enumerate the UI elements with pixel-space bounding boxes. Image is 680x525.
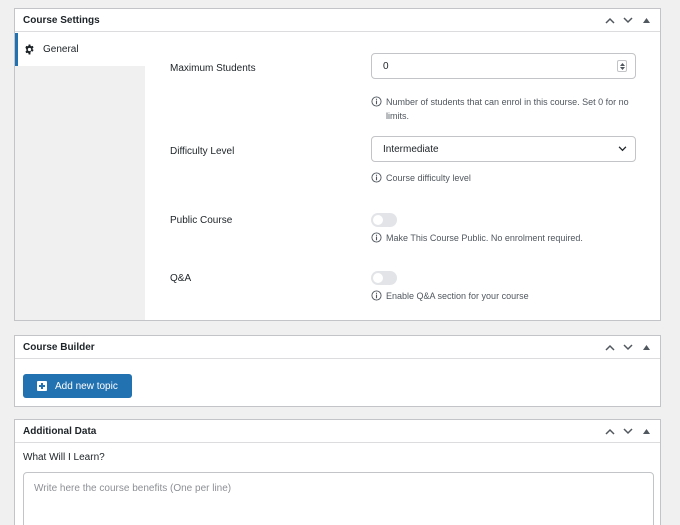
chevron-down-icon: [623, 16, 633, 23]
public-course-label: Public Course: [170, 215, 233, 226]
max-students-help: Number of students that can enrol in thi…: [371, 95, 641, 123]
move-up-button[interactable]: [604, 341, 616, 353]
gear-icon: [25, 44, 34, 55]
public-course-help-text: Make This Course Public. No enrolment re…: [386, 233, 583, 243]
handle-actions: [604, 341, 652, 353]
move-down-button[interactable]: [622, 341, 634, 353]
public-course-toggle[interactable]: [371, 213, 397, 227]
handle-actions: [604, 14, 652, 26]
number-stepper[interactable]: [617, 60, 627, 72]
handle-actions: [604, 425, 652, 437]
course-settings-body: General Maximum Students 0 Number of stu…: [15, 33, 660, 320]
panel-title: Additional Data: [23, 425, 97, 437]
stepper-up-icon: [619, 62, 625, 66]
chevron-down-icon: [623, 427, 633, 434]
additional-data-panel: Additional Data What Will I Learn? Write…: [14, 419, 661, 525]
toggle-panel-button[interactable]: [640, 341, 652, 353]
max-students-label: Maximum Students: [170, 63, 256, 74]
stepper-down-icon: [619, 66, 625, 70]
toggle-panel-button[interactable]: [640, 14, 652, 26]
difficulty-value: Intermediate: [383, 143, 439, 155]
tab-general[interactable]: General: [15, 33, 145, 66]
panel-title: Course Settings: [23, 14, 100, 26]
difficulty-help: Course difficulty level: [371, 171, 641, 185]
qa-help-text: Enable Q&A section for your course: [386, 291, 529, 301]
caret-up-icon: [642, 344, 650, 350]
add-new-topic-label: Add new topic: [55, 380, 118, 392]
chevron-up-icon: [605, 344, 615, 351]
public-course-help: Make This Course Public. No enrolment re…: [371, 231, 641, 245]
move-down-button[interactable]: [622, 425, 634, 437]
what-will-i-learn-label: What Will I Learn?: [23, 452, 105, 463]
qa-toggle[interactable]: [371, 271, 397, 285]
move-down-button[interactable]: [622, 14, 634, 26]
tab-general-label: General: [43, 44, 79, 55]
textarea-placeholder: Write here the course benefits (One per …: [34, 483, 232, 494]
chevron-up-icon: [605, 17, 615, 24]
qa-label: Q&A: [170, 273, 192, 284]
info-icon: [371, 172, 382, 183]
course-builder-panel: Course Builder Add new topic: [14, 335, 661, 407]
difficulty-select[interactable]: Intermediate: [371, 136, 636, 162]
course-settings-header: Course Settings: [15, 9, 660, 32]
info-icon: [371, 96, 382, 107]
difficulty-label: Difficulty Level: [170, 146, 235, 157]
toggle-panel-button[interactable]: [640, 425, 652, 437]
max-students-input[interactable]: 0: [371, 53, 636, 79]
max-students-value: 0: [383, 60, 389, 72]
move-up-button[interactable]: [604, 425, 616, 437]
move-up-button[interactable]: [604, 14, 616, 26]
add-new-topic-button[interactable]: Add new topic: [23, 374, 132, 398]
chevron-up-icon: [605, 428, 615, 435]
course-builder-header: Course Builder: [15, 336, 660, 359]
chevron-down-icon: [618, 146, 627, 152]
settings-sidebar: General: [15, 33, 145, 320]
course-settings-panel: Course Settings General Maximum Students…: [14, 8, 661, 321]
max-students-help-text: Number of students that can enrol in thi…: [386, 97, 629, 121]
what-will-i-learn-textarea[interactable]: Write here the course benefits (One per …: [23, 472, 654, 525]
difficulty-help-text: Course difficulty level: [386, 173, 471, 183]
panel-title: Course Builder: [23, 341, 95, 353]
info-icon: [371, 232, 382, 243]
info-icon: [371, 290, 382, 301]
additional-data-header: Additional Data: [15, 420, 660, 443]
caret-up-icon: [642, 428, 650, 434]
caret-up-icon: [642, 17, 650, 23]
qa-help: Enable Q&A section for your course: [371, 289, 641, 303]
plus-square-icon: [37, 381, 47, 391]
chevron-down-icon: [623, 343, 633, 350]
